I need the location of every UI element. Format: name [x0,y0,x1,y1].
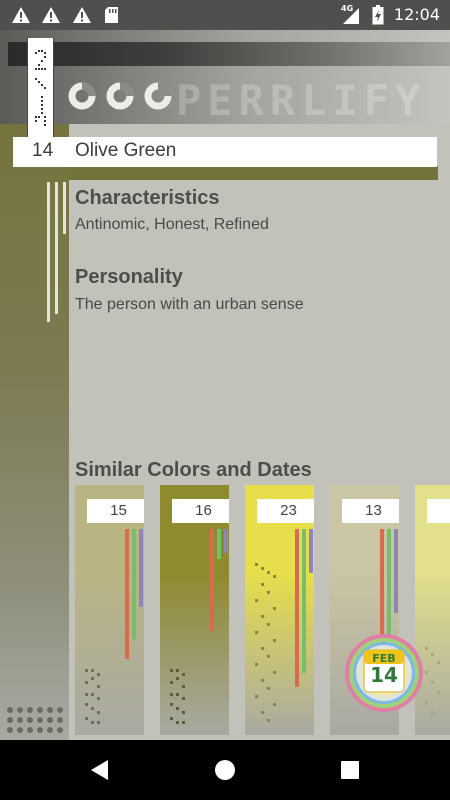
bar-red [125,529,129,659]
calendar-fab[interactable]: FEB 14 [344,633,424,713]
navigation-bar [0,740,450,800]
bar-purple [224,529,228,553]
home-icon[interactable] [214,758,236,782]
card-date [427,499,450,523]
characteristics-heading: Characteristics [75,187,220,209]
bar-green [132,529,136,639]
similar-colors-heading: Similar Colors and Dates [75,459,312,481]
battery-icon [372,5,384,25]
dot-grid-decor [7,707,63,733]
date-tab[interactable] [27,38,54,142]
dot-matrix-number [170,669,185,724]
clock: 12:04 [393,5,440,24]
bar-purple [139,529,143,607]
sd-card-icon [105,7,118,23]
personality-heading: Personality [75,266,183,288]
card-date: 23 [257,499,314,523]
bar-red [210,529,214,631]
similar-color-card[interactable]: 23 [245,485,314,735]
signal-icon [343,8,359,24]
decor-line [47,182,50,322]
ring-icon [144,82,172,110]
recents-icon[interactable] [339,758,361,782]
similar-color-card[interactable]: 16 [160,485,229,735]
bar-green [302,529,306,673]
title-bar: 14 Olive Green [13,137,437,167]
dot-matrix-number [255,563,276,722]
ring-icon [106,82,134,110]
olive-accent-strip [66,166,438,180]
warning-icon [42,7,60,23]
bar-purple [394,529,398,613]
bar-red [295,529,299,687]
decor-line [63,182,66,234]
fab-day: 14 [370,663,398,687]
similar-color-card[interactable]: 15 [75,485,144,735]
color-name: Olive Green [75,140,177,161]
personality-text: The person with an urban sense [75,296,304,313]
day-number: 14 [32,140,54,161]
dot-matrix-number [85,669,100,724]
olive-color-column [0,124,69,740]
ring-icon [68,82,96,110]
status-bar: 4G 12:04 [0,0,450,30]
back-icon[interactable] [88,758,110,782]
header-gradient-bar [8,42,450,66]
bar-purple [309,529,313,573]
bar-green [217,529,221,559]
dot-matrix-date [35,50,46,126]
card-date: 16 [172,499,229,523]
card-date: 13 [342,499,399,523]
characteristics-text: Antinomic, Honest, Refined [75,216,269,233]
decor-line [55,182,58,314]
dot-matrix-number [425,647,440,714]
card-date: 15 [87,499,144,523]
warning-icon [73,7,91,23]
ghost-logo-text: PERRLIFY [176,76,427,125]
warning-icon [12,7,30,23]
